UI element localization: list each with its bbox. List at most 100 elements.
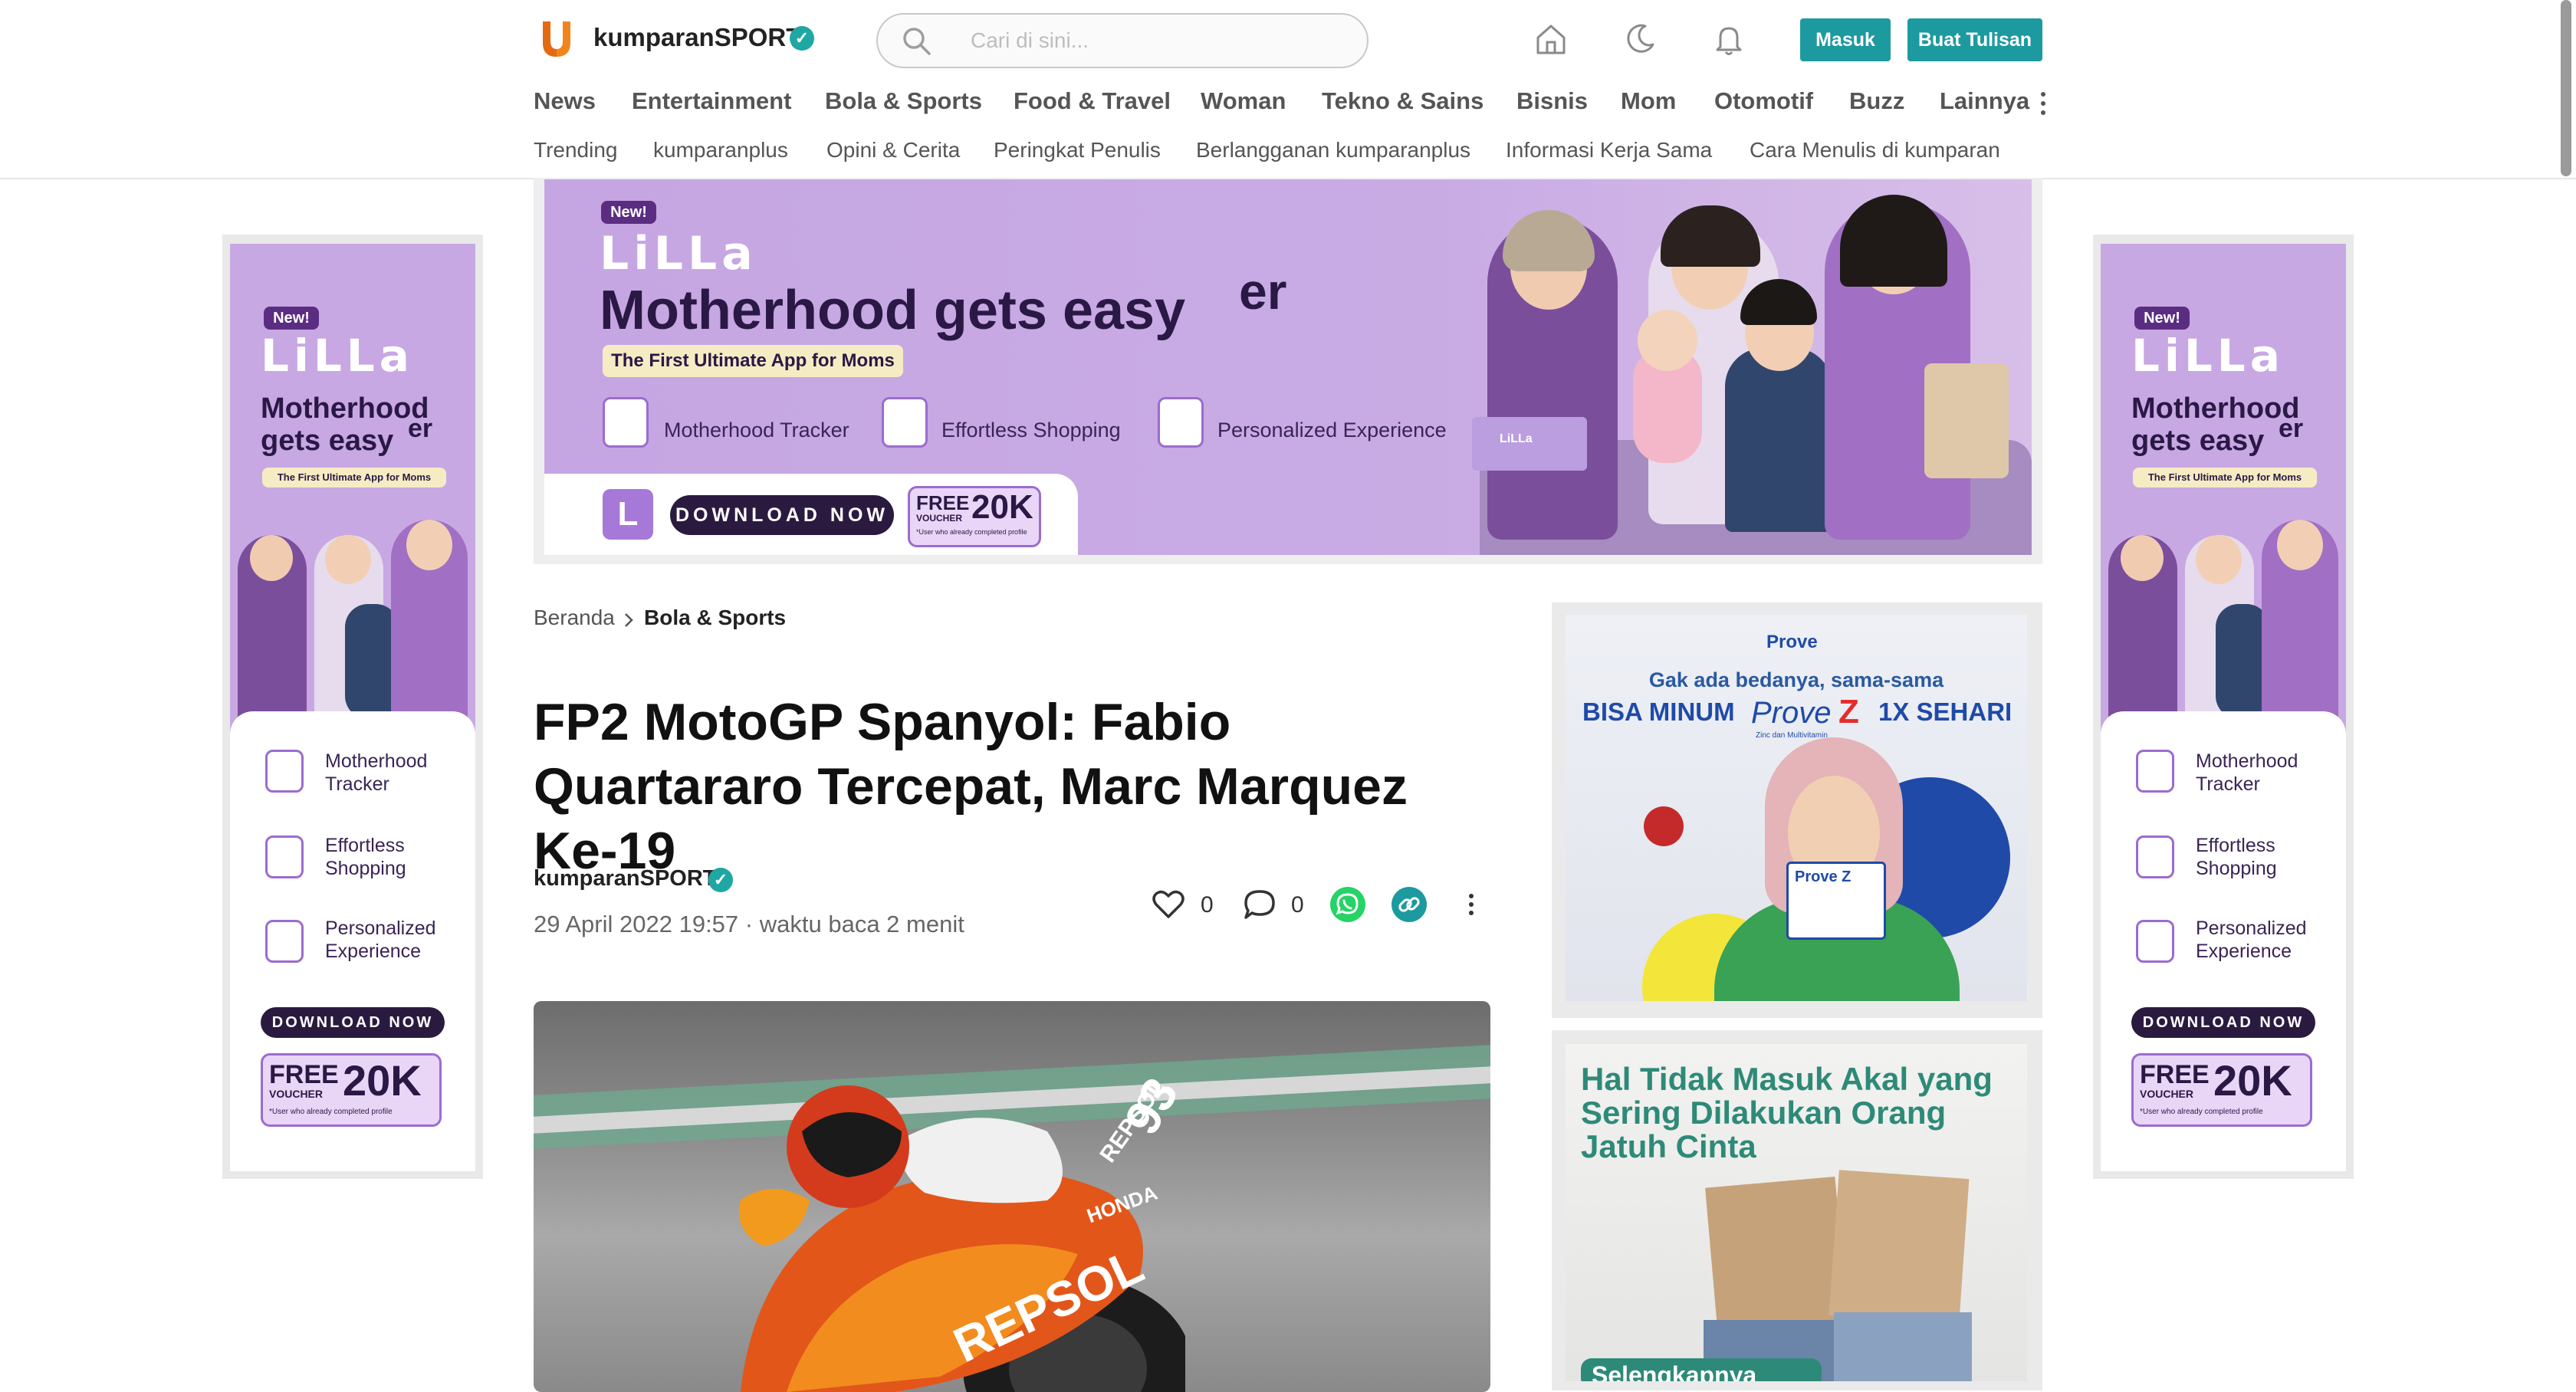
side-voucher-amount: 20K bbox=[2213, 1056, 2292, 1105]
kebab-icon[interactable] bbox=[2038, 90, 2049, 117]
side-headline-suffix: er bbox=[408, 414, 433, 443]
side-feature-1: Motherhood Tracker bbox=[325, 750, 428, 795]
author-verified-icon: ✓ bbox=[708, 868, 733, 892]
side-feature-1: Motherhood Tracker bbox=[2196, 750, 2298, 795]
home-icon[interactable] bbox=[1533, 21, 1569, 57]
left-side-ad[interactable]: New! LiLLa Motherhood gets easy er The F… bbox=[230, 244, 475, 1171]
search-box[interactable]: Cari di sini... bbox=[876, 13, 1368, 68]
comment-icon[interactable] bbox=[1242, 888, 1277, 921]
side-feature-3: Personalized Experience bbox=[325, 918, 436, 962]
banner-feature-3: Personalized Experience bbox=[1217, 419, 1447, 442]
article-more-icon[interactable] bbox=[1466, 892, 1477, 917]
voucher-amount: 20K bbox=[971, 488, 1033, 526]
nav-item-entertainment[interactable]: Entertainment bbox=[632, 87, 791, 115]
kumparan-logo-icon[interactable] bbox=[540, 20, 573, 58]
breadcrumb-home[interactable]: Beranda bbox=[534, 606, 615, 630]
side-feature-3: Personalized Experience bbox=[2196, 918, 2307, 962]
prove-line-2a: BISA MINUM bbox=[1582, 698, 1735, 726]
side-phone-icon bbox=[2136, 920, 2174, 963]
download-now-button[interactable]: DOWNLOAD NOW bbox=[670, 495, 894, 535]
read-ad-cta[interactable]: Selengkapnya bbox=[1581, 1358, 1822, 1381]
article-read-time: waktu baca 2 menit bbox=[759, 911, 964, 937]
side-voucher-word: VOUCHER bbox=[2140, 1088, 2194, 1100]
nav-item-buzz[interactable]: Buzz bbox=[1849, 87, 1904, 115]
banner-headline: Motherhood gets easy bbox=[600, 280, 1186, 341]
like-count: 0 bbox=[1201, 892, 1214, 918]
search-placeholder[interactable]: Cari di sini... bbox=[971, 28, 1089, 53]
side-headline-suffix: er bbox=[2279, 414, 2304, 443]
nav-item-bola-sports[interactable]: Bola & Sports bbox=[825, 87, 982, 115]
write-article-button[interactable]: Buat Tulisan bbox=[1907, 18, 2042, 61]
page-scrollbar[interactable] bbox=[2561, 0, 2571, 176]
voucher-note: *User who already completed profile bbox=[916, 528, 1027, 536]
prove-brand: Prove bbox=[1766, 632, 1818, 652]
side-headline-2: gets easy bbox=[2131, 425, 2265, 457]
side-feature-2: Effortless Shopping bbox=[2196, 835, 2277, 879]
lilla-logo: LiLLa bbox=[600, 227, 757, 281]
brand-name[interactable]: kumparanSPORT bbox=[593, 23, 801, 52]
side-voucher-note: *User who already completed profile bbox=[269, 1108, 393, 1116]
subnav-item-berlangganan[interactable]: Berlangganan kumparanplus bbox=[1196, 138, 1470, 163]
subnav-item-trending[interactable]: Trending bbox=[534, 138, 617, 163]
article-meta: 29 April 2022 19:57 · waktu baca 2 menit bbox=[534, 911, 964, 938]
nav-item-tekno-sains[interactable]: Tekno & Sains bbox=[1322, 87, 1484, 115]
bell-icon[interactable] bbox=[1711, 21, 1746, 57]
prove-sub-brand: Zinc dan Multivitamin bbox=[1756, 731, 1828, 740]
nav-item-woman[interactable]: Woman bbox=[1201, 87, 1286, 115]
side-shopping-bag-icon bbox=[2136, 836, 2174, 878]
read-ad-headline: Hal Tidak Masuk Akal yang Sering Dilakuk… bbox=[1581, 1061, 1993, 1164]
side-family-illustration bbox=[230, 504, 475, 734]
red-dot-decoration bbox=[1644, 806, 1684, 846]
nav-item-otomotif[interactable]: Otomotif bbox=[1714, 87, 1813, 115]
side-voucher-word: VOUCHER bbox=[269, 1088, 324, 1100]
nav-item-lainnya[interactable]: Lainnya bbox=[1940, 87, 2029, 115]
prove-pack: Prove Z bbox=[1786, 862, 1886, 940]
subnav-item-opini-cerita[interactable]: Opini & Cerita bbox=[826, 138, 960, 163]
box-head-2 bbox=[1829, 1170, 1970, 1325]
prove-ad[interactable]: Prove Gak ada bedanya, sama-sama BISA MI… bbox=[1566, 615, 2027, 1001]
read-ad[interactable]: Hal Tidak Masuk Akal yang Sering Dilakuk… bbox=[1566, 1044, 2027, 1381]
breadcrumb-current[interactable]: Bola & Sports bbox=[644, 606, 786, 630]
subnav-item-kumparanplus[interactable]: kumparanplus bbox=[653, 138, 788, 163]
subnav-item-kerja-sama[interactable]: Informasi Kerja Sama bbox=[1506, 138, 1712, 163]
banner-family-illustration: LiLLa bbox=[1464, 195, 2032, 555]
whatsapp-icon[interactable] bbox=[1329, 886, 1366, 923]
nav-item-food-travel[interactable]: Food & Travel bbox=[1014, 87, 1171, 115]
verified-badge-icon: ✓ bbox=[790, 26, 814, 51]
side-voucher-free: FREE bbox=[2140, 1060, 2210, 1089]
side-tagline: The First Ultimate App for Moms bbox=[2133, 468, 2317, 488]
article-author[interactable]: kumparanSPORT bbox=[534, 866, 717, 891]
subnav-item-peringkat-penulis[interactable]: Peringkat Penulis bbox=[994, 138, 1161, 163]
prove-pack-label: Prove Z bbox=[1795, 868, 1852, 885]
side-voucher-free: FREE bbox=[269, 1060, 339, 1089]
meta-separator: · bbox=[744, 911, 754, 937]
banner-feature-2: Effortless Shopping bbox=[941, 419, 1121, 442]
box-head-1 bbox=[1705, 1176, 1848, 1334]
side-voucher-badge: FREE VOUCHER 20K *User who already compl… bbox=[2131, 1053, 2312, 1127]
side-voucher-badge: FREE VOUCHER 20K *User who already compl… bbox=[261, 1053, 442, 1127]
voucher-badge: FREE VOUCHER 20K *User who already compl… bbox=[908, 486, 1041, 547]
top-banner-ad[interactable]: New! LiLLa Motherhood gets easy er The F… bbox=[544, 179, 2032, 555]
banner-tagline: The First Ultimate App for Moms bbox=[603, 345, 903, 377]
search-icon[interactable] bbox=[901, 25, 932, 56]
side-lilla-logo: LiLLa bbox=[2131, 330, 2285, 382]
side-download-button[interactable]: DOWNLOAD NOW bbox=[2131, 1007, 2315, 1038]
moon-icon[interactable] bbox=[1622, 21, 1658, 57]
subnav-item-cara-menulis[interactable]: Cara Menulis di kumparan bbox=[1750, 138, 2000, 163]
side-download-button[interactable]: DOWNLOAD NOW bbox=[261, 1007, 445, 1038]
side-new-tag: New! bbox=[264, 307, 319, 330]
nav-item-bisnis[interactable]: Bisnis bbox=[1516, 87, 1588, 115]
side-tracker-icon bbox=[265, 750, 304, 793]
side-phone-icon bbox=[265, 920, 304, 963]
article-hero-image[interactable]: 93 REPSOL HONDA REPSOL bbox=[534, 1001, 1490, 1392]
nav-item-mom[interactable]: Mom bbox=[1621, 87, 1676, 115]
nav-item-news[interactable]: News bbox=[534, 87, 596, 115]
heart-icon[interactable] bbox=[1152, 889, 1185, 920]
comment-count: 0 bbox=[1291, 892, 1304, 918]
lilla-app-icon: L bbox=[603, 489, 653, 540]
right-side-ad[interactable]: New! LiLLa Motherhood gets easy er The F… bbox=[2101, 244, 2346, 1171]
banner-headline-suffix: er bbox=[1239, 263, 1287, 320]
login-button[interactable]: Masuk bbox=[1800, 18, 1891, 61]
box-text: LiLLa bbox=[1500, 432, 1533, 445]
copy-link-icon[interactable] bbox=[1391, 886, 1428, 923]
